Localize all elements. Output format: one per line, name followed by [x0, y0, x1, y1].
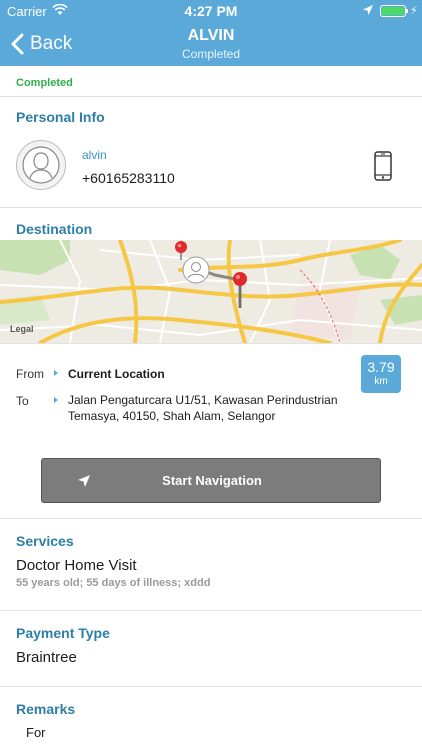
to-label: To — [16, 394, 29, 408]
distance-badge: 3.79 km — [361, 355, 401, 393]
from-label: From — [16, 367, 44, 381]
location-arrow-icon — [363, 5, 373, 15]
payment-type-title: Payment Type — [16, 625, 110, 641]
navigation-header: Carrier 4:27 PM ⚡ Back ALVIN Completed — [0, 0, 422, 66]
divider — [0, 343, 422, 344]
divider — [0, 207, 422, 208]
divider — [0, 686, 422, 687]
distance-unit: km — [374, 376, 388, 387]
to-value: Jalan Pengaturcara U1/51, Kawasan Perind… — [68, 393, 338, 423]
battery-icon — [380, 5, 406, 17]
map-canvas — [0, 240, 422, 343]
caret-right-icon — [54, 370, 58, 376]
avatar — [16, 140, 66, 190]
divider — [0, 610, 422, 611]
battery-fill — [382, 7, 404, 15]
divider — [0, 96, 422, 97]
user-silhouette-icon — [22, 146, 60, 184]
payment-value: Braintree — [16, 649, 77, 666]
destination-title: Destination — [16, 221, 93, 237]
page-subtitle: Completed — [181, 47, 241, 61]
route-map[interactable]: Legal — [0, 240, 422, 343]
phone-icon[interactable] — [373, 151, 393, 181]
services-title: Services — [16, 533, 74, 549]
start-navigation-label: Start Navigation — [162, 473, 262, 488]
from-value: Current Location — [68, 367, 165, 381]
status-badge: Completed — [16, 77, 73, 89]
remarks-title: Remarks — [16, 701, 76, 717]
personal-info-title: Personal Info — [16, 109, 105, 125]
page-title: ALVIN — [187, 27, 235, 44]
caret-right-icon — [54, 397, 58, 403]
status-time: 4:27 PM — [184, 3, 238, 19]
contact-name: alvin — [82, 148, 107, 162]
service-name: Doctor Home Visit — [16, 557, 137, 574]
divider — [0, 518, 422, 519]
remarks-value: For — [26, 725, 46, 740]
contact-phone: +60165283110 — [82, 170, 175, 186]
charging-bolt-icon: ⚡ — [410, 5, 418, 17]
service-description: 55 years old; 55 days of illness; xddd — [16, 577, 211, 589]
battery-tip — [406, 9, 408, 13]
start-navigation-button[interactable]: Start Navigation — [41, 458, 381, 503]
current-location-marker — [182, 256, 210, 284]
map-legal-link[interactable]: Legal — [10, 324, 34, 334]
distance-value: 3.79 — [367, 359, 395, 375]
status-bar: Carrier 4:27 PM ⚡ — [0, 0, 422, 22]
